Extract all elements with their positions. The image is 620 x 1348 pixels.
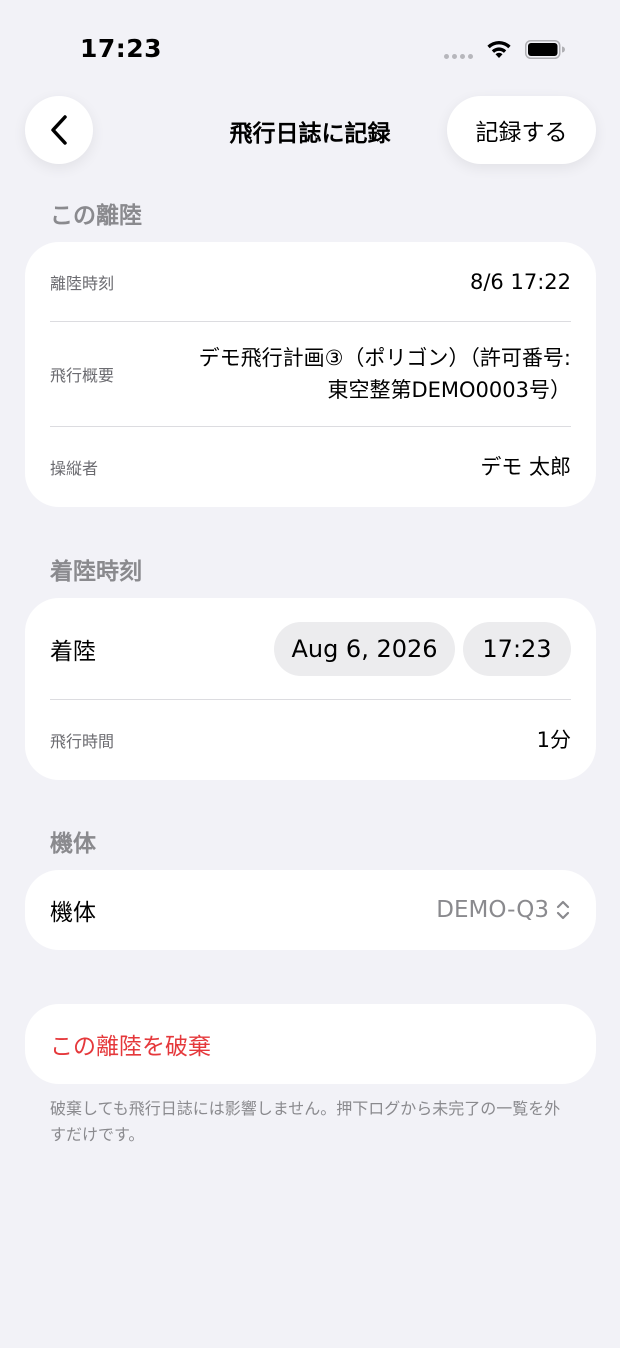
flight-summary-line2: 東空整第DEMO0003号） [327,378,571,402]
save-button[interactable]: 記録する [447,96,596,164]
aircraft-label: 機体 [50,900,96,926]
landing-date-picker[interactable]: Aug 6, 2026 [274,621,455,676]
flight-duration-row: 飛行時間 1分 [50,700,571,780]
takeoff-card: 離陸時刻 8/6 17:22 飛行概要 デモ飛行計画③（ポリゴン）（許可番号: … [25,242,596,507]
cellular-signal-icon [444,54,473,59]
takeoff-time-label: 離陸時刻 [50,273,115,293]
flight-summary-label: 飛行概要 [50,366,115,385]
battery-icon [525,40,565,59]
landing-card: 着陸 Aug 6, 2026 17:23 飛行時間 1分 [25,598,596,780]
flight-duration-value: 1分 [536,728,571,752]
section-header-takeoff: この離陸 [50,203,142,229]
status-time: 17:23 [80,34,163,63]
chevron-up-down-icon [556,900,570,920]
aircraft-row[interactable]: 機体 DEMO-Q3 [50,870,571,950]
discard-footnote: 破棄しても飛行日誌には影響しません。押下ログから未完了の一覧を外すだけです。 [50,1099,561,1144]
pilot-row: 操縦者 デモ 太郎 [50,427,571,507]
discard-button[interactable]: この離陸を破棄 [25,1004,596,1084]
section-header-aircraft: 機体 [50,831,96,857]
screen: 17:23 飛行日誌に記録 記録する この離陸 離陸時刻 8/6 17:22 飛 [0,0,620,1348]
landing-row: 着陸 Aug 6, 2026 17:23 [50,598,571,699]
landing-label: 着陸 [50,638,96,665]
discard-label: この離陸を破棄 [50,1034,211,1060]
flight-duration-label: 飛行時間 [50,732,115,751]
flight-summary-row: 飛行概要 デモ飛行計画③（ポリゴン）（許可番号: 東空整第DEMO0003号） [50,322,571,426]
wifi-icon [487,40,511,58]
section-header-landing: 着陸時刻 [50,559,142,585]
takeoff-time-value: 8/6 17:22 [470,269,571,294]
discard-row: この離陸を破棄 [50,1004,571,1084]
pilot-label: 操縦者 [50,459,99,478]
pilot-value: デモ 太郎 [480,455,571,479]
flight-summary-value: デモ飛行計画③（ポリゴン）（許可番号: 東空整第DEMO0003号） [199,342,571,406]
aircraft-picker[interactable]: DEMO-Q3 [436,897,571,923]
landing-time-picker[interactable]: 17:23 [463,621,571,676]
aircraft-card: 機体 DEMO-Q3 [25,870,596,950]
status-bar: 17:23 [0,0,620,100]
aircraft-selected-value: DEMO-Q3 [436,897,549,923]
landing-datetime: Aug 6, 2026 17:23 [274,621,571,676]
takeoff-time-row: 離陸時刻 8/6 17:22 [50,242,571,321]
flight-summary-line1: デモ飛行計画③（ポリゴン）（許可番号: [198,346,571,370]
